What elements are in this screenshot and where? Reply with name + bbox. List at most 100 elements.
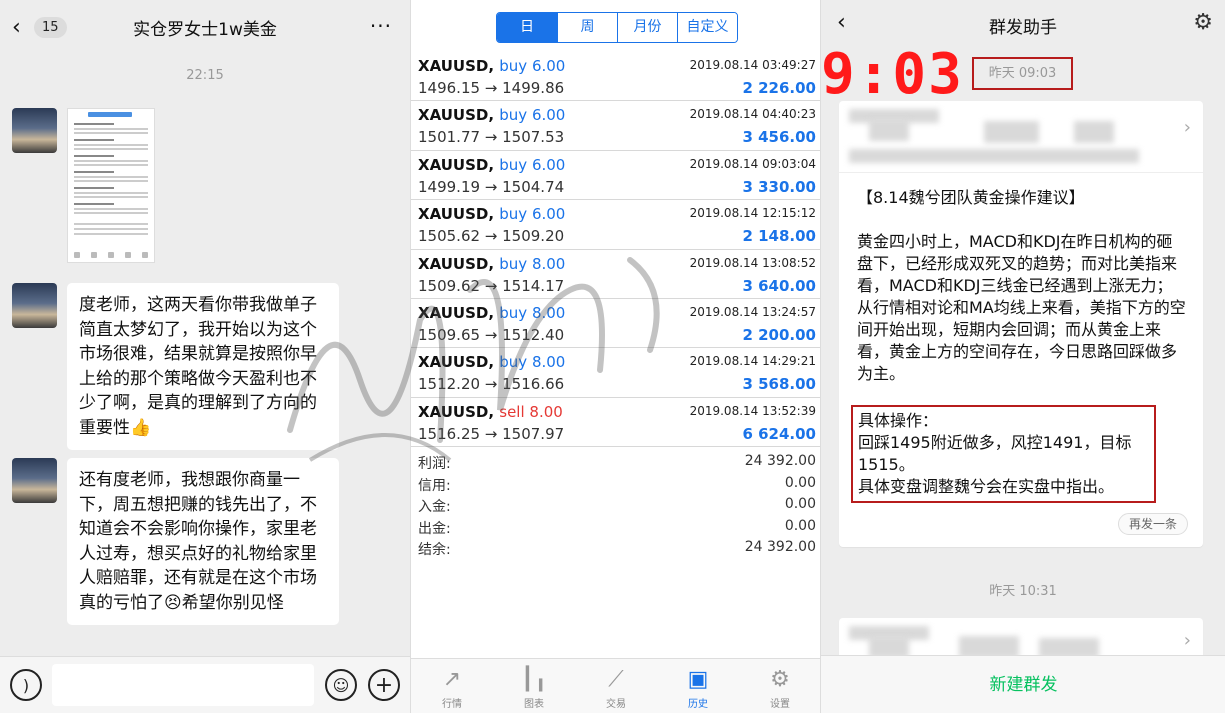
trade-icon: ⟋ (608, 667, 624, 692)
inbox-icon: ▣ (687, 667, 709, 692)
more-options-icon[interactable]: ··· (370, 14, 392, 38)
trade-profit: 2 226.00 (742, 79, 816, 97)
tab-label: 设置 (770, 699, 790, 710)
avatar[interactable] (12, 108, 57, 153)
broadcast-message-card[interactable]: › 【8.14魏兮团队黄金操作建议】 黄金四小时上，MACD和KDJ在昨日机构的… (839, 101, 1203, 547)
trade-symbol: XAUUSD, buy 6.00 (418, 57, 565, 75)
trade-price-range: 1505.62 → 1509.20 (418, 227, 565, 246)
trade-symbol: XAUUSD, buy 6.00 (418, 156, 565, 174)
message-input[interactable] (52, 664, 314, 706)
summary-value: 24 392.00 (744, 453, 816, 469)
trade-symbol: XAUUSD, buy 6.00 (418, 205, 565, 223)
resend-button[interactable]: 再发一条 (1117, 513, 1188, 535)
symbol-name: XAUUSD, (418, 254, 495, 273)
trade-time: 2019.08.14 13:08:52 (689, 255, 816, 270)
trade-action: buy 6.00 (499, 155, 566, 174)
gear-icon: ⚙ (770, 667, 790, 692)
voice-icon[interactable]: ) (10, 669, 42, 701)
trade-row[interactable]: XAUUSD, buy 6.00 1496.15 → 1499.86 2019.08… (411, 52, 821, 102)
avatar[interactable] (12, 283, 57, 328)
tab-label: 交易 (606, 699, 626, 710)
trade-profit: 3 456.00 (742, 128, 816, 147)
trade-price-range: 1499.19 → 1504.74 (418, 177, 565, 196)
symbol-name: XAUUSD, (418, 106, 495, 125)
trade-profit: 3 330.00 (742, 177, 816, 196)
tab-inbox[interactable]: ▣ 历史 (657, 659, 739, 713)
summary-label: 利润: (418, 456, 451, 472)
message-bubble[interactable]: 度老师，这两天看你带我做单子简直太梦幻了，我开始以为这个市场很难，结果就算是按照… (67, 283, 339, 450)
avatar[interactable] (12, 458, 57, 503)
operations-line: 具体变盘调整魏兮会在实盘中指出。 (858, 477, 1115, 496)
trade-profit: 2 148.00 (742, 227, 816, 246)
operations-line: 回踩1495附近做多，风控1491，目标1515。 (858, 433, 1132, 474)
trade-row[interactable]: XAUUSD, buy 8.00 1512.20 → 1516.66 2019.08… (411, 348, 821, 398)
trade-profit: 6 624.00 (742, 424, 816, 443)
broadcast-panel: ‹ 群发助手 ⚙ 9:03 昨天 09:03 › 【8.14魏兮团队黄金操作建议… (820, 0, 1225, 713)
tab-trade[interactable]: ⟋ 交易 (575, 659, 657, 713)
summary-label: 入金: (418, 499, 451, 515)
chat-input-bar: ) ☺ + (0, 656, 410, 713)
summary-label: 结余: (418, 542, 451, 558)
trade-history-panel: 日 周 月份 自定义 XAUUSD, buy 6.00 1496.15 → 149… (410, 0, 821, 713)
trade-time: 2019.08.14 14:29:21 (689, 354, 816, 369)
trade-price-range: 1512.20 → 1516.66 (418, 375, 565, 394)
trade-action: sell 8.00 (499, 402, 563, 421)
trade-row[interactable]: XAUUSD, buy 6.00 1501.77 → 1507.53 2019.08… (411, 101, 821, 151)
trade-time: 2019.08.14 12:15:12 (689, 206, 816, 221)
trade-action: buy 6.00 (499, 205, 566, 224)
gear-icon[interactable]: ⚙ (1193, 10, 1213, 35)
advice-title: 【8.14魏兮团队黄金操作建议】 (857, 188, 1085, 207)
chat-panel: ‹ 15 实仓罗女士1w美金 ··· 22:15 度老师，这两天看你带我做单子简… (0, 0, 410, 713)
account-summary: 利润: 24 392.00 信用: 0.00 入金: 0.00 出金: 0.00 结余: 24 3… (411, 453, 821, 561)
period-segmented-control: 日 周 月份 自定义 (496, 12, 738, 43)
screenshot-root: ‹ 15 实仓罗女士1w美金 ··· 22:15 度老师，这两天看你带我做单子简… (0, 0, 1225, 713)
chat-message-text[interactable]: 度老师，这两天看你带我做单子简直太梦幻了，我开始以为这个市场很难，结果就算是按照… (12, 283, 339, 450)
chevron-right-icon: › (1183, 117, 1191, 138)
emoji-icon[interactable]: ☺ (325, 669, 357, 701)
tab-label: 历史 (688, 699, 708, 710)
segment-month[interactable]: 月份 (617, 13, 677, 42)
image-thumbnail[interactable] (67, 108, 155, 263)
tab-gear[interactable]: ⚙ 设置 (739, 659, 821, 713)
plus-icon[interactable]: + (368, 669, 400, 701)
trade-list: XAUUSD, buy 6.00 1496.15 → 1499.86 2019.08… (411, 52, 821, 448)
tab-candlestick[interactable]: ┃╻ 图表 (493, 659, 575, 713)
chat-nav-bar: ‹ 15 实仓罗女士1w美金 ··· (0, 0, 410, 54)
summary-line: 结余: 24 392.00 (411, 539, 821, 561)
trade-time: 2019.08.14 13:52:39 (689, 403, 816, 418)
summary-line: 出金: 0.00 (411, 518, 821, 540)
trade-row[interactable]: XAUUSD, buy 8.00 1509.65 → 1512.40 2019.08… (411, 299, 821, 349)
trade-time: 2019.08.14 03:49:27 (689, 58, 816, 72)
segment-week[interactable]: 周 (557, 13, 617, 42)
back-arrow-icon[interactable]: ‹ (12, 15, 30, 40)
message-bubble[interactable]: 还有度老师，我想跟你商量一下，周五想把赚的钱先出了，不知道会不会影响你操作，家里… (67, 458, 339, 625)
segment-custom[interactable]: 自定义 (677, 13, 737, 42)
broadcast-message-body: 【8.14魏兮团队黄金操作建议】 黄金四小时上，MACD和KDJ在昨日机构的砸盘… (839, 173, 1203, 385)
new-broadcast-button[interactable]: 新建群发 (821, 655, 1225, 713)
unread-count-badge[interactable]: 15 (34, 16, 67, 38)
trade-action: buy 8.00 (499, 353, 566, 372)
highlighted-operations-box: 具体操作： 回踩1495附近做多，风控1491，目标1515。 具体变盘调整魏兮… (851, 405, 1156, 503)
trade-row[interactable]: XAUUSD, buy 8.00 1509.62 → 1514.17 2019.08… (411, 250, 821, 299)
trade-action: buy 6.00 (499, 57, 566, 75)
trade-time: 2019.08.14 04:40:23 (689, 107, 816, 122)
symbol-name: XAUUSD, (418, 57, 495, 75)
summary-value: 0.00 (784, 496, 816, 512)
chevron-right-icon: › (1183, 630, 1191, 651)
advice-paragraph: 黄金四小时上，MACD和KDJ在昨日机构的砸盘下，已经形成双死叉的趋势；而对比美… (857, 232, 1186, 383)
recipient-list-blurred[interactable]: › (839, 101, 1203, 173)
trade-action: buy 8.00 (499, 254, 566, 273)
symbol-name: XAUUSD, (418, 303, 495, 322)
symbol-name: XAUUSD, (418, 353, 495, 372)
trade-row[interactable]: XAUUSD, buy 6.00 1499.19 → 1504.74 2019.08… (411, 151, 821, 201)
trade-symbol: XAUUSD, buy 6.00 (418, 106, 565, 124)
trade-symbol: XAUUSD, buy 8.00 (418, 255, 565, 273)
chat-message-image[interactable] (12, 108, 155, 263)
overlay-time-label: 9:03 (821, 42, 964, 107)
symbol-name: XAUUSD, (418, 402, 495, 421)
trade-row[interactable]: XAUUSD, buy 6.00 1505.62 → 1509.20 2019.08… (411, 200, 821, 250)
tab-chart-up[interactable]: ↗ 行情 (411, 659, 493, 713)
trade-row[interactable]: XAUUSD, sell 8.00 1516.25 → 1507.97 2019.0… (411, 398, 821, 448)
segment-day[interactable]: 日 (497, 13, 557, 42)
chat-message-text[interactable]: 还有度老师，我想跟你商量一下，周五想把赚的钱先出了，不知道会不会影响你操作，家里… (12, 458, 339, 625)
